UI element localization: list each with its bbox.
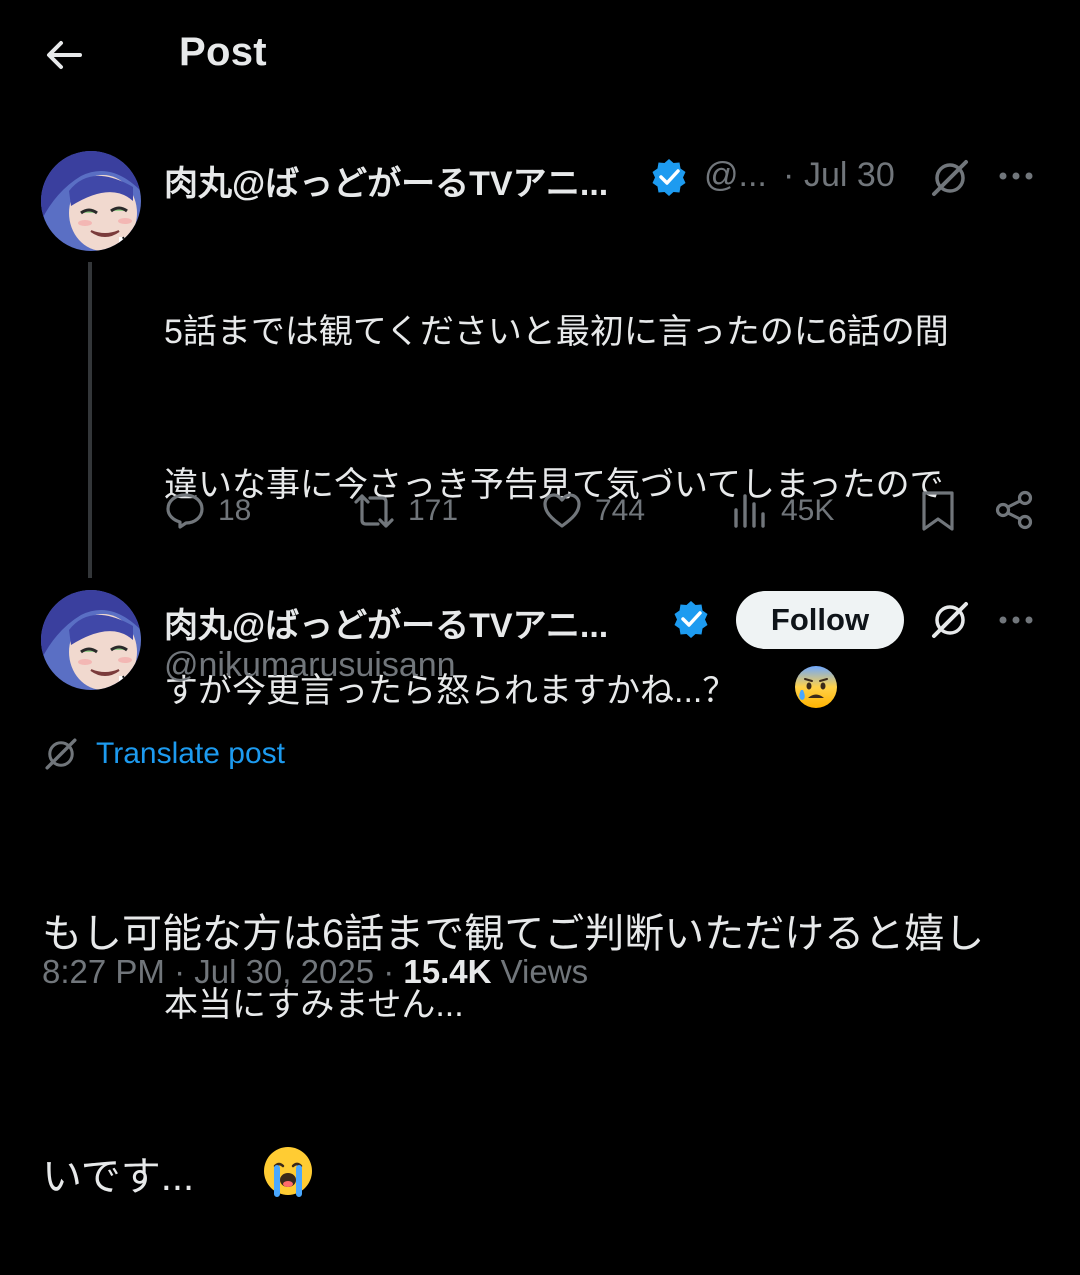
- bookmark-icon: [922, 491, 954, 531]
- post-time[interactable]: 8:27 PM: [42, 953, 165, 990]
- bookmark-button[interactable]: [918, 489, 958, 538]
- analytics-icon: [734, 494, 765, 528]
- like-count: 744: [595, 494, 646, 527]
- avatar-image: [41, 151, 141, 251]
- loudly-crying-face-icon: [194, 1084, 315, 1215]
- follow-button[interactable]: Follow: [736, 591, 904, 649]
- repost-count: 171: [408, 494, 459, 527]
- views-label: Views: [500, 953, 589, 990]
- grok-icon[interactable]: [928, 156, 972, 205]
- page-title: Post: [179, 30, 267, 74]
- heart-icon: [543, 493, 581, 528]
- post-date[interactable]: Jul 30: [804, 156, 895, 195]
- display-name[interactable]: 肉丸@ばっどがーるTVアニ...: [164, 598, 608, 647]
- repost-button[interactable]: 171: [352, 490, 458, 532]
- post-text-line: 5話までは観てくださいと最初に言ったのに6話の間: [164, 313, 949, 351]
- back-button[interactable]: [42, 33, 86, 77]
- reply-button[interactable]: 18: [164, 490, 251, 532]
- reply-icon: [166, 493, 204, 529]
- views-button[interactable]: 45K: [731, 490, 834, 532]
- share-button[interactable]: [994, 489, 1036, 536]
- separator-dot: ·: [783, 156, 795, 194]
- translate-label: Translate post: [96, 737, 285, 770]
- handle[interactable]: @nikumarusuisann: [164, 646, 456, 685]
- like-button[interactable]: 744: [541, 490, 645, 532]
- handle[interactable]: @...: [704, 156, 767, 195]
- share-icon: [995, 490, 1033, 530]
- thread-line: [88, 262, 92, 578]
- views-count: 15.4K: [403, 953, 492, 990]
- avatar[interactable]: [41, 151, 141, 251]
- post-text-line: いです...: [42, 1084, 1052, 1215]
- translate-post-link[interactable]: Translate post: [42, 734, 285, 774]
- verified-badge-icon: [671, 599, 711, 644]
- post-date[interactable]: Jul 30, 2025: [194, 953, 374, 990]
- more-icon[interactable]: [996, 602, 1036, 643]
- reply-count: 18: [218, 494, 252, 527]
- avatar[interactable]: [41, 590, 141, 690]
- post-meta: 8:27 PM · Jul 30, 2025 · 15.4K Views: [42, 953, 589, 990]
- more-icon[interactable]: [996, 158, 1036, 199]
- grok-icon[interactable]: [928, 598, 972, 647]
- display-name[interactable]: 肉丸@ばっどがーるTVアニ...: [164, 156, 608, 205]
- repost-icon: [354, 494, 394, 528]
- views-count: 45K: [781, 494, 835, 527]
- arrow-left-icon: [47, 41, 82, 69]
- avatar-image: [41, 590, 141, 690]
- grok-icon: [45, 738, 77, 770]
- verified-badge-icon: [649, 157, 689, 202]
- main-post-text: もし可能な方は6話まで観てご判断いただけると嬉し いです...: [42, 784, 1052, 1275]
